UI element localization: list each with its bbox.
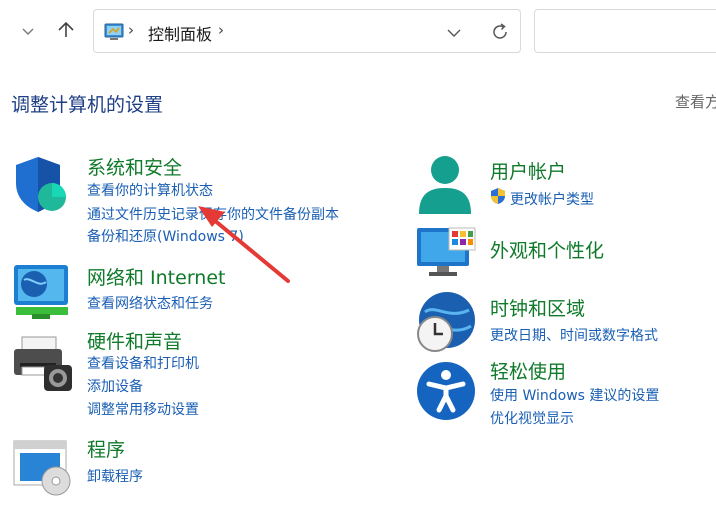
category-clock-region[interactable]: 时钟和区域 bbox=[490, 294, 585, 321]
link-network-status[interactable]: 查看网络状态和任务 bbox=[87, 293, 213, 313]
globe-network-icon[interactable] bbox=[12, 260, 72, 326]
link-file-history-backup[interactable]: 通过文件历史记录保存你的文件备份副本 bbox=[87, 204, 339, 224]
clock-globe-icon[interactable] bbox=[415, 290, 477, 358]
breadcrumb-separator: › bbox=[128, 21, 134, 39]
link-backup-restore[interactable]: 备份和还原(Windows 7) bbox=[87, 226, 244, 246]
category-hardware-sound[interactable]: 硬件和声音 bbox=[87, 327, 182, 354]
link-mobility-settings[interactable]: 调整常用移动设置 bbox=[87, 399, 199, 419]
category-programs[interactable]: 程序 bbox=[87, 435, 125, 462]
uac-shield-icon bbox=[489, 187, 507, 209]
accessibility-icon[interactable] bbox=[415, 360, 477, 426]
category-network-internet[interactable]: 网络和 Internet bbox=[87, 263, 225, 290]
category-appearance[interactable]: 外观和个性化 bbox=[490, 236, 604, 263]
breadcrumb-separator[interactable]: › bbox=[218, 21, 224, 39]
link-view-computer-status[interactable]: 查看你的计算机状态 bbox=[87, 180, 213, 200]
category-user-accounts[interactable]: 用户帐户 bbox=[490, 157, 566, 184]
chevron-down-icon[interactable] bbox=[446, 24, 462, 43]
programs-icon[interactable] bbox=[12, 437, 74, 501]
breadcrumb-control-panel[interactable]: 控制面板 bbox=[148, 21, 212, 45]
category-ease-of-access[interactable]: 轻松使用 bbox=[490, 357, 566, 384]
up-arrow-icon[interactable] bbox=[56, 20, 76, 45]
page-title: 调整计算机的设置 bbox=[11, 94, 164, 116]
refresh-icon[interactable] bbox=[490, 22, 510, 46]
link-change-date-time-format[interactable]: 更改日期、时间或数字格式 bbox=[490, 325, 658, 345]
shield-icon[interactable] bbox=[12, 153, 70, 219]
link-optimize-visual-display[interactable]: 优化视觉显示 bbox=[490, 408, 574, 428]
control-panel-icon bbox=[104, 23, 124, 45]
annotation-arrow bbox=[198, 206, 290, 283]
link-change-account-type[interactable]: 更改帐户类型 bbox=[510, 189, 594, 209]
search-input[interactable] bbox=[534, 9, 716, 53]
link-add-device[interactable]: 添加设备 bbox=[87, 376, 143, 396]
recent-locations-chevron-icon[interactable] bbox=[22, 22, 34, 42]
category-system-security[interactable]: 系统和安全 bbox=[87, 153, 182, 180]
user-icon[interactable] bbox=[415, 154, 475, 222]
link-windows-recommended-settings[interactable]: 使用 Windows 建议的设置 bbox=[490, 385, 659, 405]
address-bar[interactable]: › 控制面板 › bbox=[93, 9, 521, 53]
view-by-label[interactable]: 查看方 bbox=[675, 91, 716, 112]
link-uninstall-program[interactable]: 卸载程序 bbox=[87, 466, 143, 486]
monitor-palette-icon[interactable] bbox=[415, 224, 477, 284]
printer-icon[interactable] bbox=[12, 335, 74, 397]
link-devices-printers[interactable]: 查看设备和打印机 bbox=[87, 353, 199, 373]
